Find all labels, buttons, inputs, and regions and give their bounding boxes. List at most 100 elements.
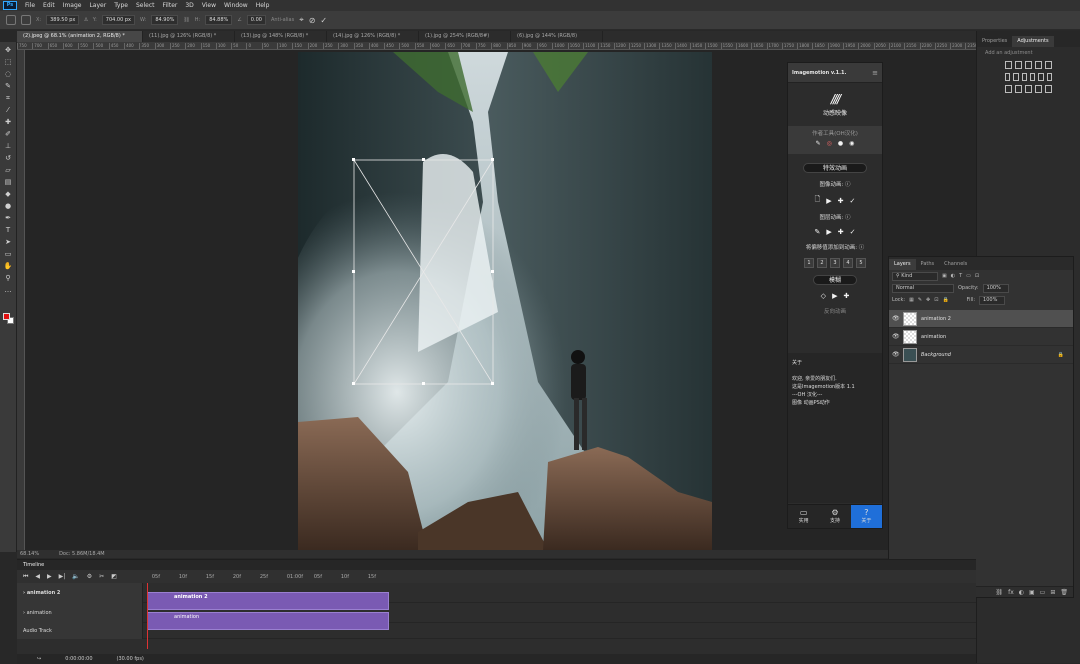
settings-gear-icon[interactable]: ⚙ [87, 573, 92, 580]
brush-tool-icon[interactable]: ✐ [4, 130, 13, 139]
lock-pixels-icon[interactable]: ▦ [909, 297, 914, 303]
layer-row-animation-2[interactable]: 👁 animation 2 [889, 310, 1073, 328]
offset-5-button[interactable]: 5 [856, 258, 866, 268]
shape-tool-icon[interactable]: ▭ [4, 250, 13, 259]
quick-select-tool-icon[interactable]: ✎ [4, 82, 13, 91]
width-field[interactable]: 84.90% [151, 15, 179, 25]
eraser-tool-icon[interactable]: ▱ [4, 166, 13, 175]
diamond-icon[interactable]: ◇ [821, 292, 826, 300]
x-field[interactable]: 389.50 px [46, 15, 80, 25]
panel-menu-icon[interactable]: ≡ [872, 69, 878, 77]
timeline-ruler[interactable]: 05f 10f 15f 20f 25f 01:00f 05f 10f 15f [152, 573, 395, 580]
type-tool-icon[interactable]: T [4, 226, 13, 235]
help-icon[interactable]: ⓘ [859, 245, 865, 251]
fx-animation-button[interactable]: 特效动画 [803, 163, 867, 173]
tab-document-4[interactable]: (14).jpg @ 126% (RGB/8) * [327, 31, 419, 42]
tab-document-6[interactable]: (6).jpg @ 144% (RGB/8) [511, 31, 603, 42]
tab-document-1[interactable]: (2).jpeg @ 68.1% (animation 2, RGB/8) * [17, 31, 143, 42]
prev-frame-icon[interactable]: ◀ [35, 573, 40, 580]
filter-smart-icon[interactable]: ⊡ [975, 273, 979, 279]
tab-channels[interactable]: Channels [939, 259, 972, 270]
link-icon[interactable]: ⛓ [183, 17, 189, 23]
layer-mask-icon[interactable]: ▣ [1029, 589, 1035, 596]
dodge-tool-icon[interactable]: ● [4, 202, 13, 211]
layer-name[interactable]: animation 2 [921, 316, 951, 322]
support-tab[interactable]: ⚙ 支持 [819, 505, 850, 528]
lock-position-icon[interactable]: ✥ [926, 297, 930, 303]
menu-select[interactable]: Select [132, 2, 159, 9]
play-icon[interactable]: ▶ [826, 228, 831, 236]
split-scissors-icon[interactable]: ✂ [99, 573, 104, 580]
about-tab[interactable]: ? 关于 [850, 505, 882, 528]
offset-1-button[interactable]: 1 [804, 258, 814, 268]
lock-paint-icon[interactable]: ✎ [918, 297, 922, 303]
visibility-eye-icon[interactable]: 👁 [892, 333, 900, 340]
audio-icon[interactable]: 🔈 [72, 573, 79, 580]
tab-document-5[interactable]: (1).jpg @ 254% (RGB/8#) [419, 31, 511, 42]
blur-button[interactable]: 模糊 [813, 275, 857, 285]
menu-help[interactable]: Help [252, 2, 274, 9]
visibility-eye-icon[interactable]: 👁 [892, 351, 900, 358]
stamp-tool-icon[interactable]: ⊥ [4, 142, 13, 151]
track-name[interactable]: › animation [17, 602, 143, 623]
gradient-tool-icon[interactable]: ▤ [4, 178, 13, 187]
move-icon[interactable]: ✚ [843, 292, 849, 300]
eyedropper-tool-icon[interactable]: ⁄ [4, 106, 13, 115]
layer-name[interactable]: Background [921, 352, 1054, 358]
tab-adjustments[interactable]: Adjustments [1012, 36, 1054, 47]
warp-icon[interactable]: ⌖ [299, 15, 304, 25]
healing-tool-icon[interactable]: ✚ [4, 118, 13, 127]
layer-style-icon[interactable]: fx [1008, 589, 1014, 596]
lock-artboard-icon[interactable]: ⊡ [934, 297, 938, 303]
dot-icon[interactable]: ● [838, 140, 843, 147]
zoom-level[interactable]: 68.14% [20, 550, 39, 558]
path-select-tool-icon[interactable]: ➤ [4, 238, 13, 247]
cancel-icon[interactable]: ⊘ [309, 16, 316, 25]
tab-properties[interactable]: Properties [977, 36, 1012, 47]
menu-file[interactable]: File [21, 2, 39, 9]
menu-type[interactable]: Type [110, 2, 132, 9]
new-layer-icon[interactable]: ⊞ [1050, 589, 1055, 596]
hue-saturation-icon[interactable] [1005, 73, 1011, 81]
menu-filter[interactable]: Filter [159, 2, 182, 9]
play-icon[interactable]: ▶ [47, 573, 52, 580]
history-brush-tool-icon[interactable]: ↺ [4, 154, 13, 163]
pen-icon[interactable]: ✎ [814, 228, 820, 236]
layer-row-animation[interactable]: 👁 animation [889, 328, 1073, 346]
marquee-tool-icon[interactable]: ⬚ [4, 58, 13, 67]
help-icon[interactable]: ⓘ [845, 182, 851, 188]
link-layers-icon[interactable]: ⛓ [995, 589, 1003, 596]
filter-pixel-icon[interactable]: ▣ [942, 273, 947, 279]
blur-tool-icon[interactable]: ◆ [4, 190, 13, 199]
soft-dot-icon[interactable]: ◉ [849, 140, 854, 147]
tab-paths[interactable]: Paths [916, 259, 940, 270]
playhead[interactable] [147, 583, 148, 649]
y-field[interactable]: 704.00 px [101, 15, 135, 25]
curves-icon[interactable] [1025, 61, 1032, 69]
gradient-map-icon[interactable] [1035, 85, 1042, 93]
foreground-color-swatch[interactable] [3, 313, 10, 320]
opacity-field[interactable]: 100% [982, 283, 1009, 293]
play-icon[interactable]: ▶ [826, 197, 831, 205]
blend-mode-select[interactable]: Normal [892, 283, 954, 293]
clip-animation[interactable]: animation [147, 612, 389, 630]
tab-document-3[interactable]: (13).jpg @ 148% (RGB/8) * [235, 31, 327, 42]
selective-color-icon[interactable] [1045, 85, 1052, 93]
layer-name[interactable]: animation [921, 334, 946, 340]
folder-icon[interactable]: ▭ [1040, 589, 1046, 596]
reference-point-icon[interactable] [21, 15, 31, 25]
move-icon[interactable]: ✚ [838, 197, 844, 205]
layer-row-background[interactable]: 👁 Background 🔒 [889, 346, 1073, 364]
menu-window[interactable]: Window [220, 2, 252, 9]
check-icon[interactable]: ✓ [850, 197, 856, 205]
brightness-icon[interactable] [1005, 61, 1012, 69]
threshold-icon[interactable] [1025, 85, 1032, 93]
offset-2-button[interactable]: 2 [817, 258, 827, 268]
color-lookup-icon[interactable] [1046, 73, 1052, 81]
angle-field[interactable]: 0.00 [246, 15, 266, 25]
filter-adjustment-icon[interactable]: ◐ [951, 273, 955, 279]
tab-document-2[interactable]: (11).jpg @ 126% (RGB/8) * [143, 31, 235, 42]
offset-4-button[interactable]: 4 [843, 258, 853, 268]
levels-icon[interactable] [1015, 61, 1022, 69]
channel-mixer-icon[interactable] [1038, 73, 1044, 81]
